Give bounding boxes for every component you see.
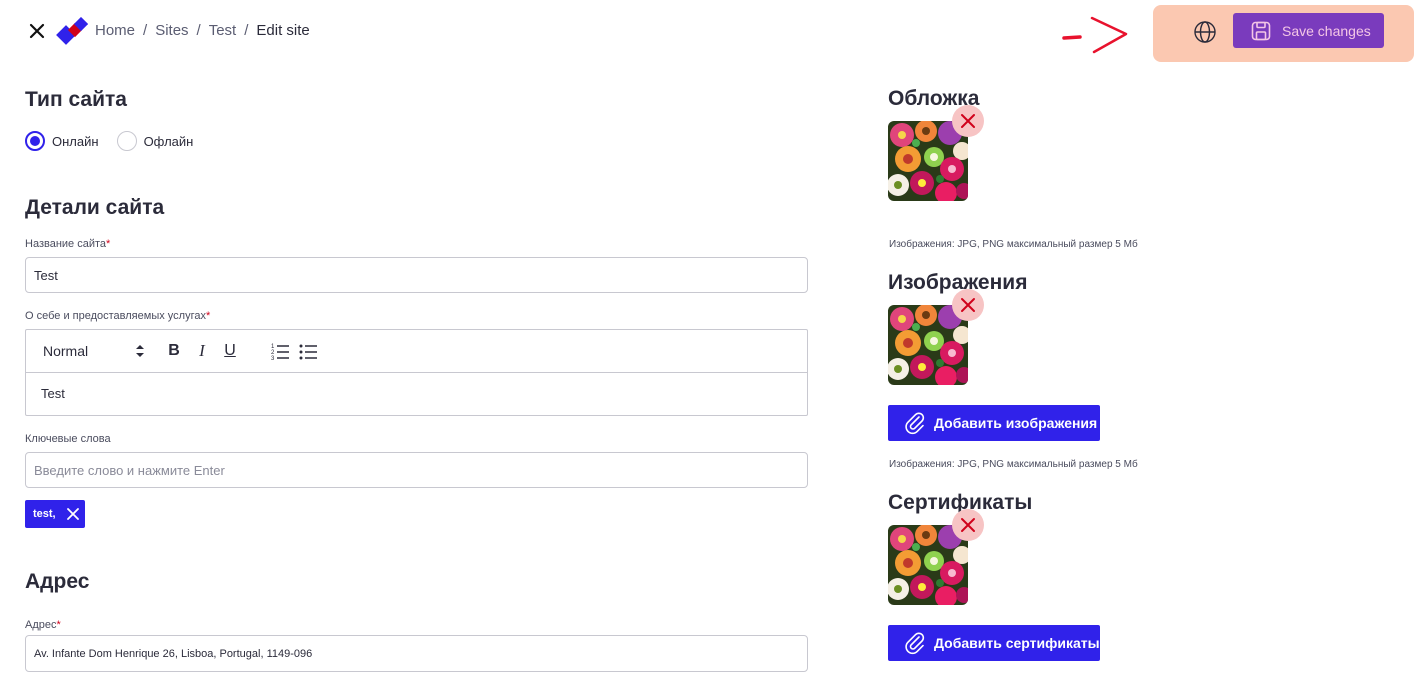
bullet-list-icon[interactable] bbox=[297, 340, 319, 362]
breadcrumb-separator: / bbox=[244, 22, 249, 39]
radio-online[interactable] bbox=[25, 131, 45, 151]
address-label-text: Адрес bbox=[25, 619, 57, 631]
bold-icon[interactable]: B bbox=[163, 340, 185, 362]
format-select[interactable]: Normal bbox=[43, 343, 145, 359]
keyword-tag: test, bbox=[25, 500, 85, 528]
close-icon bbox=[961, 518, 975, 532]
about-label-text: О себе и предоставляемых услугах bbox=[25, 310, 206, 322]
images-hint: Изображения: JPG, PNG максимальный разме… bbox=[889, 459, 1138, 470]
annotation-arrow-icon bbox=[1062, 16, 1128, 54]
site-type-radio-group: Онлайн Офлайн bbox=[25, 131, 211, 151]
breadcrumb-current: Edit site bbox=[256, 22, 310, 39]
cover-thumbnail bbox=[888, 121, 968, 201]
add-certificates-label: Добавить сертификаты bbox=[934, 635, 1100, 651]
address-input[interactable] bbox=[25, 635, 808, 672]
site-details-title: Детали сайта bbox=[25, 196, 165, 219]
breadcrumb: Home / Sites / Test / Edit site bbox=[95, 22, 310, 39]
add-images-label: Добавить изображения bbox=[934, 415, 1098, 431]
italic-icon[interactable]: I bbox=[191, 340, 213, 362]
save-changes-label: Save changes bbox=[1282, 22, 1371, 39]
delete-cover-button[interactable] bbox=[952, 105, 984, 137]
close-icon[interactable] bbox=[26, 20, 48, 42]
floppy-disk-icon bbox=[1251, 21, 1271, 40]
format-select-value: Normal bbox=[43, 343, 89, 359]
close-icon bbox=[961, 298, 975, 312]
app-logo-icon bbox=[56, 17, 88, 45]
site-type-title: Тип сайта bbox=[25, 88, 127, 111]
required-mark: * bbox=[205, 310, 211, 322]
cover-hint: Изображения: JPG, PNG максимальный разме… bbox=[889, 239, 1138, 250]
radio-offline[interactable] bbox=[116, 131, 137, 151]
paperclip-icon bbox=[905, 412, 925, 435]
keywords-label: Ключевые слова bbox=[25, 433, 111, 445]
breadcrumb-separator: / bbox=[196, 22, 201, 39]
image-thumbnail bbox=[888, 305, 968, 385]
close-icon bbox=[961, 114, 975, 128]
editor-content[interactable]: Test bbox=[26, 373, 807, 414]
sort-arrows-icon bbox=[136, 345, 144, 357]
required-mark: * bbox=[56, 619, 61, 631]
breadcrumb-separator: / bbox=[143, 22, 148, 39]
add-images-button[interactable]: Добавить изображения bbox=[888, 405, 1100, 441]
site-name-input[interactable] bbox=[25, 257, 808, 293]
save-changes-button[interactable]: Save changes bbox=[1233, 13, 1384, 48]
rich-text-editor: Normal B I U 1 2 3 Test bbox=[25, 329, 808, 416]
svg-text:3: 3 bbox=[271, 356, 275, 362]
site-name-label: Название сайта* bbox=[25, 238, 110, 250]
keyword-tag-label: test, bbox=[33, 508, 56, 520]
site-name-label-text: Название сайта bbox=[25, 238, 107, 250]
address-title: Адрес bbox=[25, 570, 90, 593]
address-label: Адрес* bbox=[25, 619, 61, 631]
delete-certificate-button[interactable] bbox=[952, 509, 984, 541]
certificate-thumbnail bbox=[888, 525, 968, 605]
editor-toolbar: Normal B I U 1 2 3 bbox=[26, 330, 807, 373]
underline-icon[interactable]: U bbox=[219, 340, 241, 362]
required-mark: * bbox=[106, 238, 111, 250]
about-label: О себе и предоставляемых услугах* bbox=[25, 310, 210, 322]
remove-tag-icon[interactable] bbox=[66, 507, 80, 521]
breadcrumb-test[interactable]: Test bbox=[209, 22, 237, 39]
keywords-input[interactable] bbox=[25, 452, 808, 488]
paperclip-icon bbox=[905, 632, 925, 655]
ordered-list-icon[interactable]: 1 2 3 bbox=[269, 340, 291, 362]
breadcrumb-sites[interactable]: Sites bbox=[155, 22, 188, 39]
globe-icon[interactable] bbox=[1192, 19, 1218, 45]
delete-image-button[interactable] bbox=[952, 289, 984, 321]
breadcrumb-home[interactable]: Home bbox=[95, 22, 135, 39]
add-certificates-button[interactable]: Добавить сертификаты bbox=[888, 625, 1100, 661]
radio-online-label: Онлайн bbox=[52, 133, 99, 149]
radio-offline-label: Офлайн bbox=[143, 133, 194, 149]
